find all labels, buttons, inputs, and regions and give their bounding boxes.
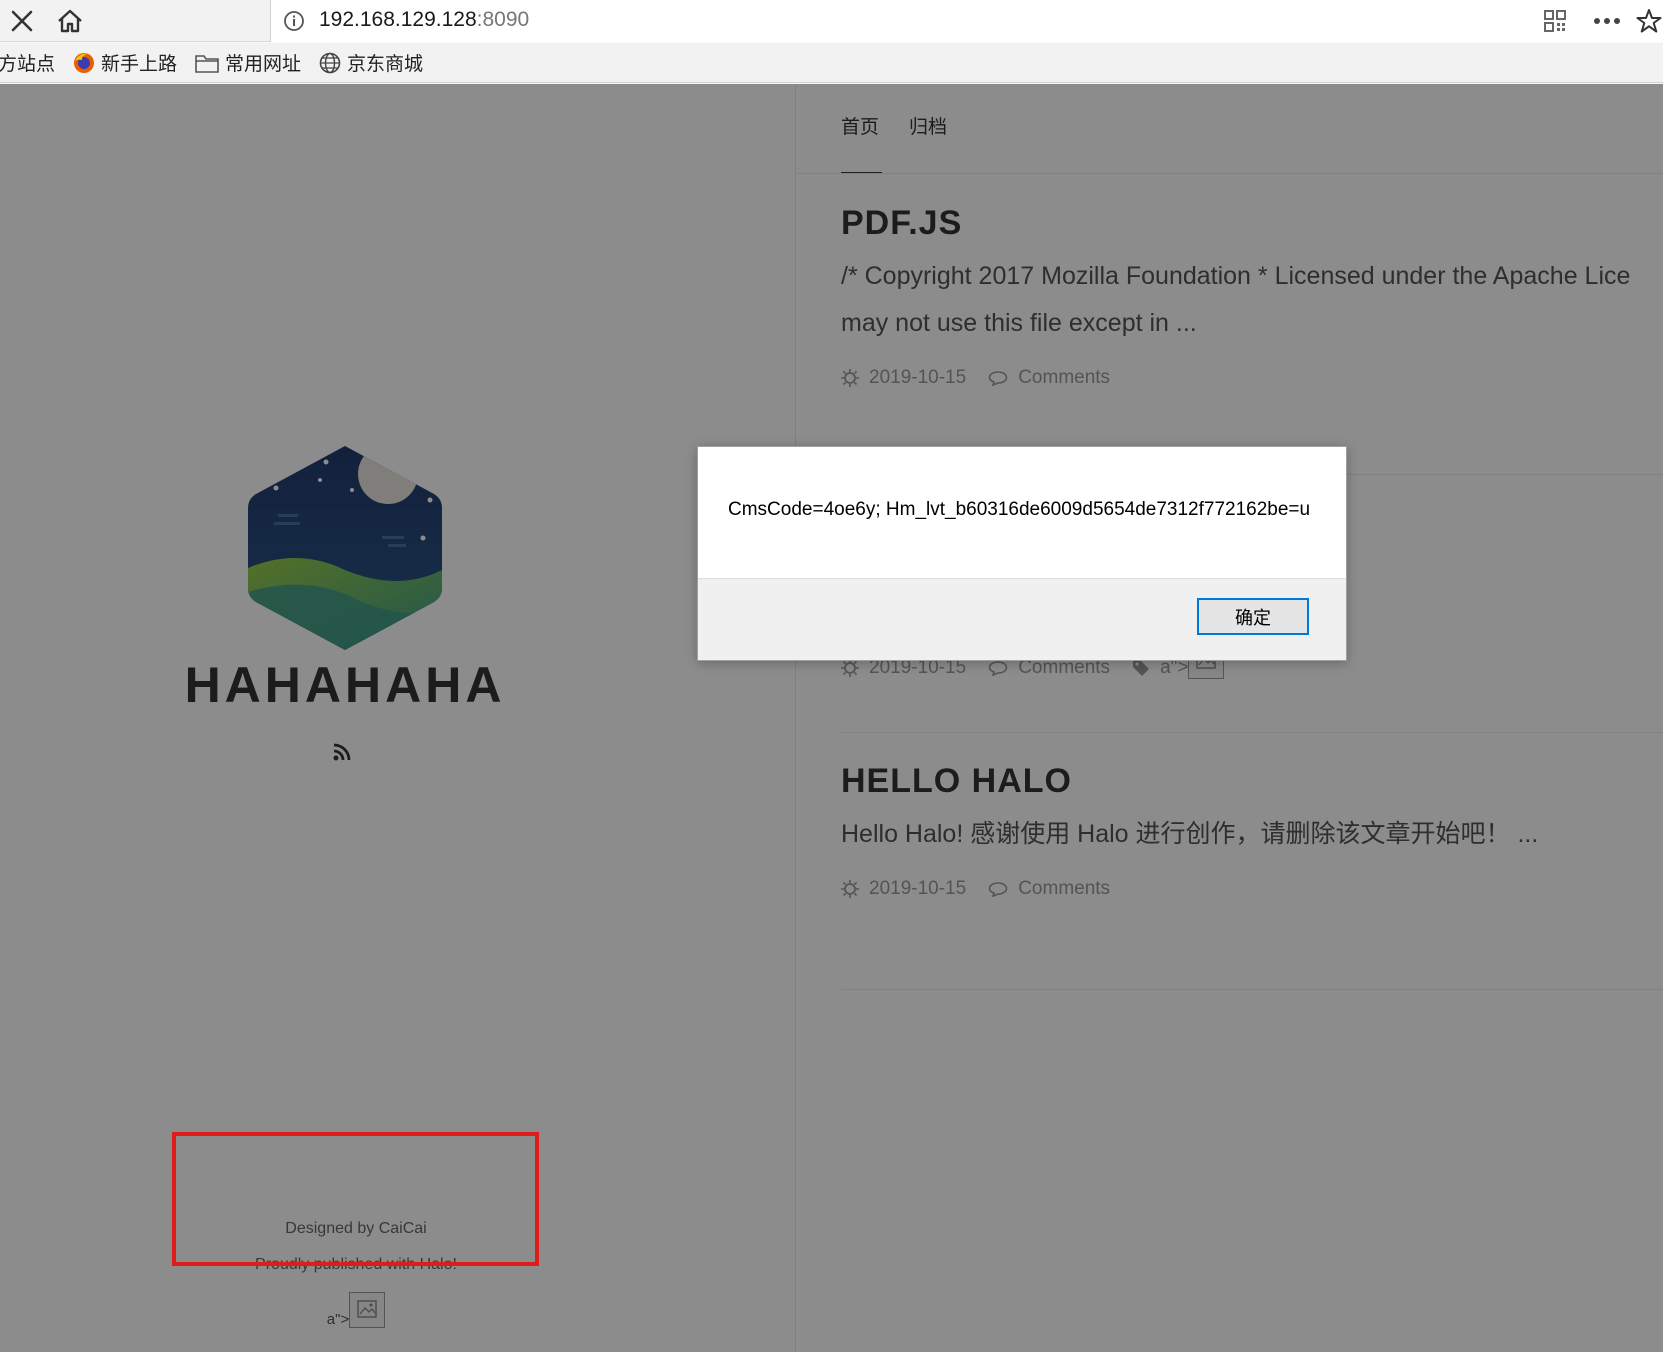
- more-actions-button[interactable]: [1589, 8, 1625, 34]
- bookmark-label: 常用网址: [225, 54, 302, 75]
- bookmark-getting-started[interactable]: 新手上路: [73, 49, 177, 76]
- home-button[interactable]: [52, 4, 88, 38]
- close-icon: [11, 10, 33, 32]
- browser-toolbar: 192.168.129.128:8090: [0, 0, 1663, 42]
- alert-footer: 确定: [698, 578, 1346, 660]
- ellipsis-icon: [1594, 18, 1620, 24]
- qr-code-button[interactable]: [1541, 8, 1569, 34]
- url-host: 192.168.129.128: [319, 8, 477, 31]
- stop-button[interactable]: [4, 4, 40, 38]
- home-icon: [58, 9, 82, 33]
- bookmarks-bar: 方站点 新手上路 常用网址 京东商城: [0, 43, 1663, 83]
- bookmark-common-sites[interactable]: 常用网址: [195, 49, 301, 76]
- address-bar[interactable]: 192.168.129.128:8090: [270, 0, 1663, 42]
- bookmark-label: 新手上路: [101, 54, 178, 75]
- globe-icon: [319, 52, 341, 73]
- alert-dialog: CmsCode=4oe6y; Hm_lvt_b60316de6009d5654d…: [697, 446, 1347, 661]
- bookmark-site[interactable]: 方站点: [0, 49, 55, 76]
- bookmark-jd[interactable]: 京东商城: [319, 49, 423, 76]
- qr-code-icon: [1544, 10, 1566, 32]
- alert-message: CmsCode=4oe6y; Hm_lvt_b60316de6009d5654d…: [728, 499, 1311, 520]
- url-text[interactable]: 192.168.129.128:8090: [319, 8, 529, 32]
- ok-button[interactable]: 确定: [1197, 598, 1309, 635]
- firefox-icon: [74, 52, 95, 73]
- bookmark-label: 方站点: [0, 54, 56, 75]
- folder-icon: [195, 54, 219, 73]
- modal-overlay: [0, 84, 1663, 1352]
- bookmark-label: 京东商城: [347, 54, 424, 75]
- star-icon: [1636, 9, 1662, 33]
- bookmark-star-button[interactable]: [1635, 8, 1663, 34]
- url-port: :8090: [476, 8, 530, 31]
- info-icon[interactable]: [283, 10, 305, 32]
